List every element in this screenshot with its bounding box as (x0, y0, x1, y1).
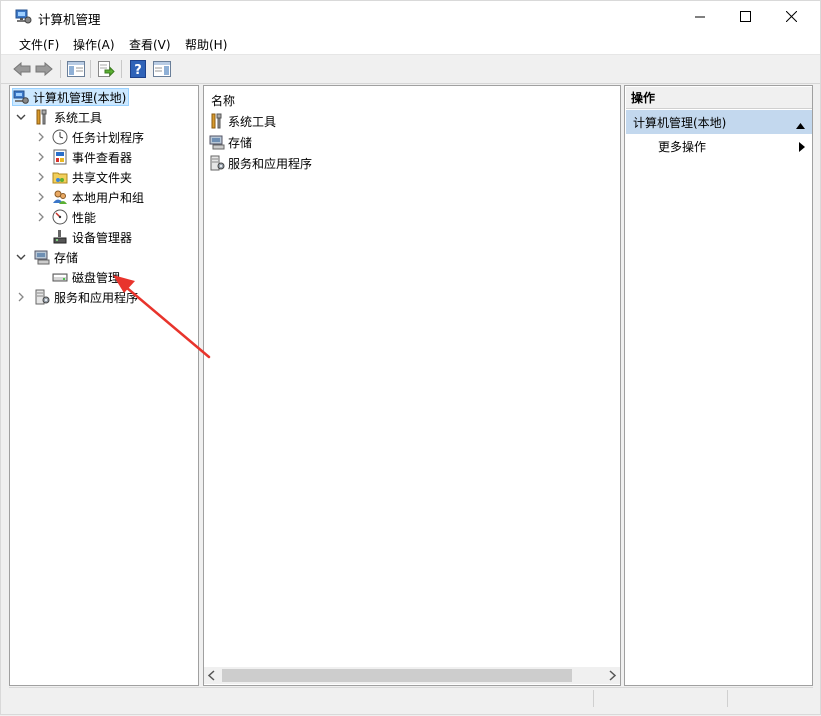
tree-item-shared-folders[interactable]: 共享文件夹 (36, 167, 132, 187)
scrollbar-thumb[interactable] (222, 669, 572, 682)
help-icon[interactable]: ? (128, 59, 148, 79)
chevron-right-icon[interactable] (16, 292, 26, 302)
shared-folder-icon (52, 169, 68, 185)
tree-label: 存储 (54, 250, 79, 265)
close-button[interactable] (768, 1, 814, 32)
tools-icon (34, 109, 50, 125)
tools-icon (209, 113, 225, 129)
horizontal-scrollbar[interactable] (204, 667, 620, 684)
submenu-arrow-icon (799, 141, 805, 155)
menu-view[interactable]: 查看(V) (129, 36, 171, 53)
event-viewer-icon (52, 149, 68, 165)
more-actions-item[interactable]: 更多操作 (626, 135, 812, 157)
export-list-icon[interactable] (96, 59, 116, 79)
services-icon (209, 155, 225, 171)
status-separator (593, 690, 594, 707)
list-item-system-tools[interactable]: 系统工具 (209, 111, 276, 131)
actions-pane: 操作 计算机管理(本地) 更多操作 (624, 85, 813, 686)
toolbar: ? (1, 55, 820, 84)
tree-label: 设备管理器 (72, 230, 133, 245)
tree-item-computer-management[interactable]: 计算机管理(本地) (12, 88, 130, 106)
tree-item-services-apps[interactable]: 服务和应用程序 (16, 287, 138, 307)
show-action-pane-icon[interactable] (152, 59, 172, 79)
tree-label: 性能 (72, 210, 97, 225)
action-group-label: 计算机管理(本地) (633, 115, 727, 130)
list-item-label: 系统工具 (228, 114, 277, 129)
tree-label: 本地用户和组 (72, 190, 145, 205)
minimize-button[interactable] (677, 1, 723, 32)
collapse-up-icon[interactable] (796, 118, 805, 132)
tree-label: 共享文件夹 (72, 170, 133, 185)
maximize-button[interactable] (722, 1, 768, 32)
storage-icon (209, 134, 225, 150)
svg-text:?: ? (134, 63, 142, 78)
show-tree-icon[interactable] (66, 59, 86, 79)
list-item-label: 服务和应用程序 (228, 156, 313, 171)
action-group-computer-management[interactable]: 计算机管理(本地) (626, 110, 812, 134)
device-manager-icon (52, 229, 68, 245)
list-item-label: 存储 (228, 135, 253, 150)
tree-item-event-viewer[interactable]: 事件查看器 (36, 147, 132, 167)
list-item-storage[interactable]: 存储 (209, 132, 252, 152)
more-actions-label: 更多操作 (658, 139, 707, 154)
forward-icon[interactable] (34, 59, 54, 79)
computer-management-window: 计算机管理 文件(F) 操作(A) 查看(V) 帮助(H) ? 计算机管理(本地… (0, 0, 821, 715)
actions-header: 操作 (626, 87, 812, 109)
disk-drive-icon (52, 269, 68, 285)
clock-icon (52, 129, 68, 145)
menu-help[interactable]: 帮助(H) (185, 36, 227, 53)
tree-label: 任务计划程序 (72, 130, 145, 145)
users-group-icon (52, 189, 68, 205)
menu-bar: 文件(F) 操作(A) 查看(V) 帮助(H) (1, 32, 820, 55)
tree-label: 计算机管理(本地) (33, 90, 127, 105)
toolbar-separator (90, 60, 91, 78)
chevron-right-icon[interactable] (36, 192, 46, 202)
tree-label: 磁盘管理 (72, 270, 121, 285)
chevron-right-icon[interactable] (36, 132, 46, 142)
computer-management-icon (15, 8, 32, 25)
chevron-right-icon[interactable] (36, 152, 46, 162)
tree-item-performance[interactable]: 性能 (36, 207, 96, 227)
chevron-down-icon[interactable] (16, 112, 26, 122)
performance-icon (52, 209, 68, 225)
tree-item-system-tools[interactable]: 系统工具 (16, 107, 102, 127)
tree-item-device-manager[interactable]: 设备管理器 (52, 227, 132, 247)
chevron-right-icon[interactable] (36, 212, 46, 222)
tree-item-task-scheduler[interactable]: 任务计划程序 (36, 127, 144, 147)
back-icon[interactable] (12, 59, 32, 79)
tree-label: 系统工具 (54, 110, 103, 125)
status-bar (9, 687, 813, 709)
scroll-left-icon[interactable] (207, 670, 217, 684)
chevron-right-icon[interactable] (36, 172, 46, 182)
tree-label: 服务和应用程序 (54, 290, 139, 305)
window-title: 计算机管理 (38, 12, 101, 27)
tree-item-storage[interactable]: 存储 (16, 247, 78, 267)
list-item-services-apps[interactable]: 服务和应用程序 (209, 153, 312, 173)
toolbar-separator (60, 60, 61, 78)
tree-item-local-users[interactable]: 本地用户和组 (36, 187, 144, 207)
menu-action[interactable]: 操作(A) (73, 36, 115, 53)
column-header-name[interactable]: 名称 (211, 92, 235, 109)
computer-management-icon (13, 89, 29, 105)
tree-item-disk-management[interactable]: 磁盘管理 (52, 267, 120, 287)
scroll-right-icon[interactable] (607, 670, 617, 684)
menu-file[interactable]: 文件(F) (19, 36, 59, 53)
tree-label: 事件查看器 (72, 150, 133, 165)
navigation-tree-pane[interactable]: 计算机管理(本地) 系统工具 任务计划程序 事件查看器 共享文件夹 本地用户和组… (9, 85, 199, 686)
toolbar-separator (121, 60, 122, 78)
chevron-down-icon[interactable] (16, 252, 26, 262)
status-separator (727, 690, 728, 707)
storage-icon (34, 249, 50, 265)
services-icon (34, 289, 50, 305)
title-bar[interactable]: 计算机管理 (1, 1, 820, 32)
content-list-pane[interactable]: 名称 系统工具 存储 服务和应用程序 (203, 85, 621, 686)
